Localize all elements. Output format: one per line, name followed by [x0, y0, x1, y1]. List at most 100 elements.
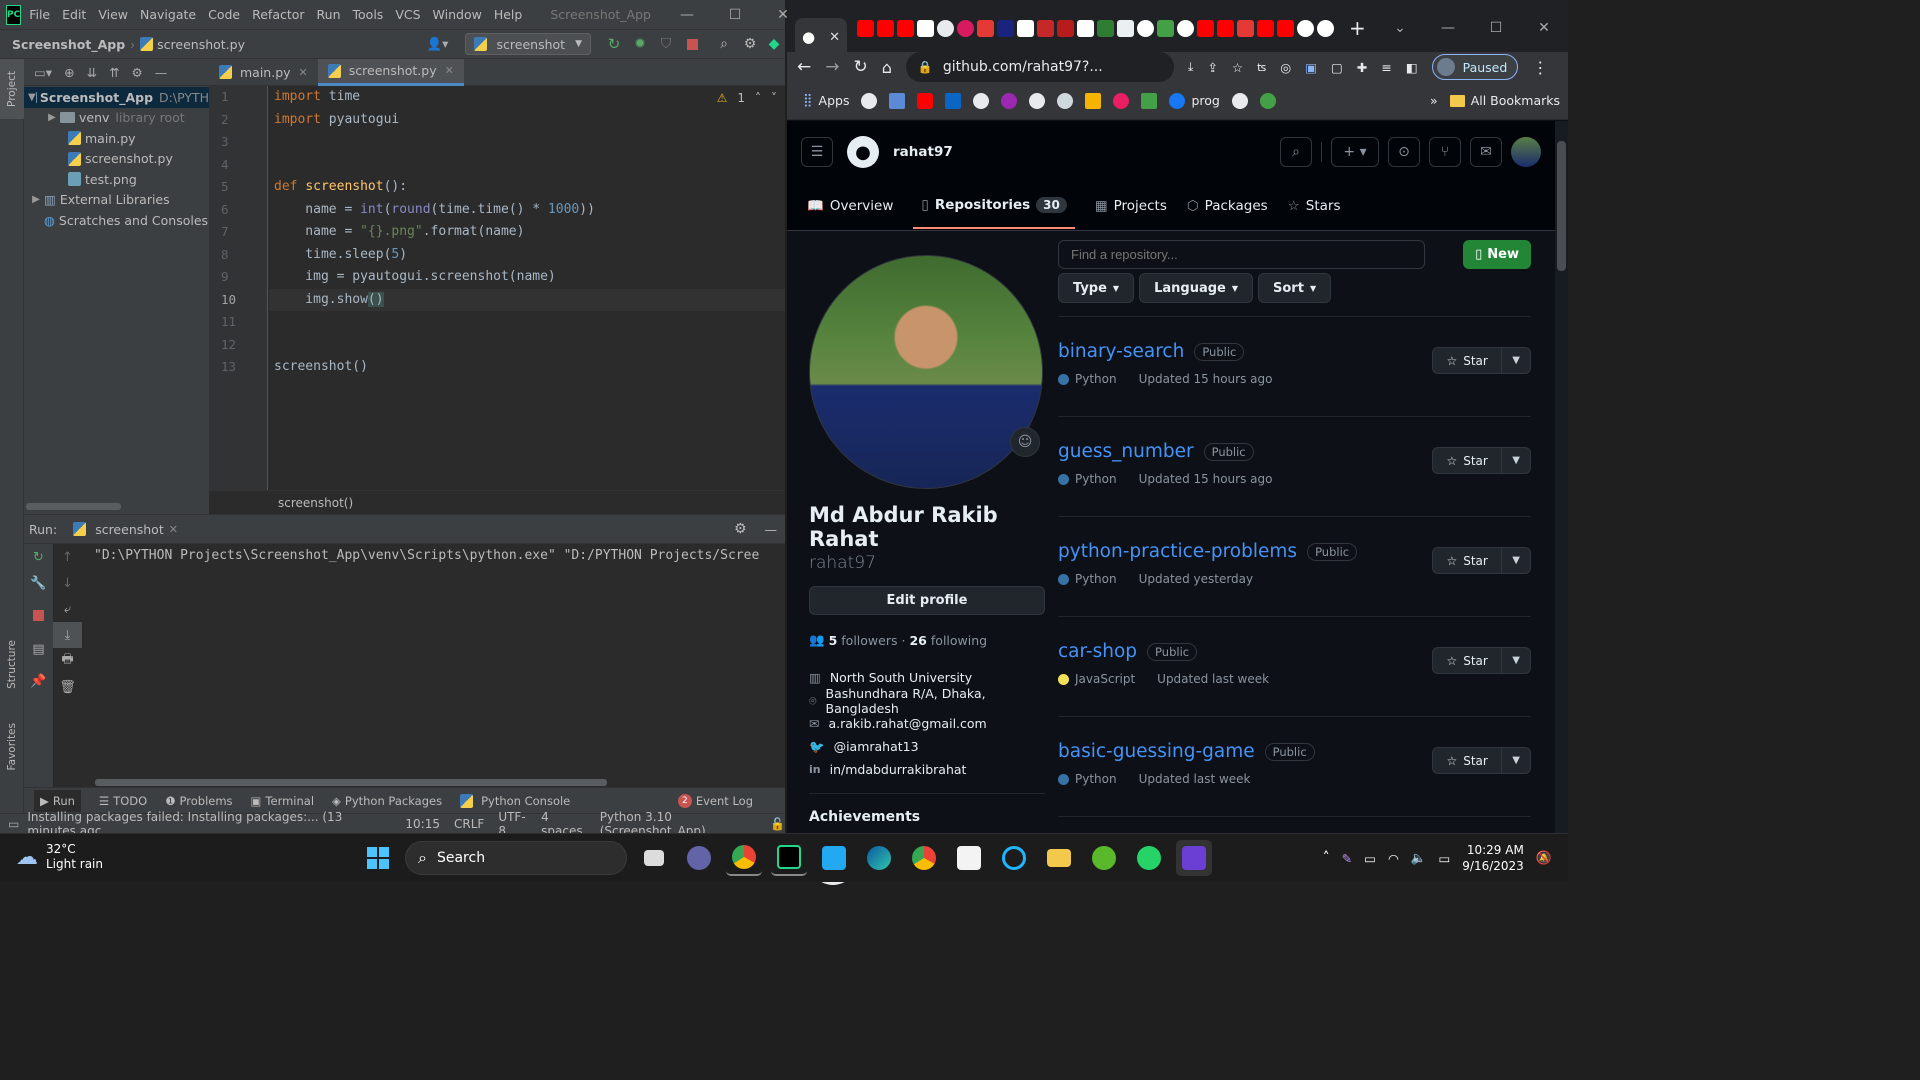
minimize-icon[interactable]: — — [1424, 13, 1472, 43]
site-tab-icon[interactable] — [1176, 19, 1194, 37]
inspection-widget[interactable]: ⚠ 1 ˄ ˅ — [717, 91, 777, 105]
edge-icon[interactable] — [861, 840, 897, 876]
site-bookmark-icon[interactable] — [1141, 92, 1158, 109]
site-tab-icon[interactable] — [996, 19, 1014, 37]
site-tab-icon[interactable] — [1036, 19, 1054, 37]
type-filter[interactable]: Type ▼ — [1058, 273, 1135, 303]
tree-item-venv[interactable]: ▶ venv library root — [24, 108, 209, 129]
star-button[interactable]: ☆ Star ▼ — [1432, 647, 1531, 674]
tab-packages[interactable]: ⬡ Packages — [1187, 183, 1268, 229]
taskbar-search[interactable]: ⌕ Search — [405, 841, 627, 875]
share-icon[interactable]: ⇪ — [1207, 60, 1217, 75]
collapse-all-icon[interactable]: ⇈ — [109, 65, 119, 80]
tab-projects[interactable]: ▦ Projects — [1095, 183, 1167, 229]
star-main[interactable]: ☆ Star — [1433, 548, 1503, 573]
site-bookmark-icon[interactable] — [1057, 92, 1074, 109]
youtube-tab-icon[interactable] — [1216, 19, 1234, 37]
kebab-menu-icon[interactable]: ⋮ — [1532, 58, 1548, 77]
site-bookmark-icon[interactable] — [889, 92, 906, 109]
site-bookmark-icon[interactable] — [1113, 92, 1130, 109]
minimize-icon[interactable]: — — [663, 0, 711, 30]
user-icon[interactable]: 👤▾ — [423, 36, 453, 52]
arrow-up-icon[interactable]: ↑ — [53, 544, 82, 570]
youtube-tab-icon[interactable] — [1256, 19, 1274, 37]
star-dropdown-icon[interactable]: ▼ — [1502, 755, 1530, 766]
star-main[interactable]: ☆ Star — [1433, 748, 1503, 773]
menu-tools[interactable]: Tools — [353, 7, 384, 22]
tree-item-scratches[interactable]: ◍ Scratches and Consoles — [24, 210, 209, 231]
locate-icon[interactable]: ⊕ — [64, 65, 74, 80]
extension-icon[interactable]: ▣ — [1305, 60, 1317, 75]
structure-tool-button[interactable]: Structure — [0, 629, 24, 699]
tab-overview[interactable]: 📖 Overview — [807, 183, 893, 229]
tab-repositories[interactable]: ▯ Repositories 30 — [913, 183, 1075, 229]
globe-bookmark-icon[interactable] — [861, 92, 878, 109]
inbox-icon[interactable]: ✉ — [1470, 137, 1502, 167]
scroll-to-end-icon[interactable]: ⤓ — [53, 622, 82, 648]
profile-avatar[interactable] — [809, 255, 1043, 489]
wikipedia-tab-icon[interactable] — [1076, 19, 1094, 37]
all-bookmarks[interactable]: All Bookmarks — [1449, 93, 1560, 108]
back-icon[interactable]: ← — [797, 57, 811, 77]
menu-navigate[interactable]: Navigate — [140, 7, 196, 22]
hide-panel-icon[interactable]: — — [765, 522, 778, 537]
run-tab-screenshot[interactable]: screenshot ✕ — [73, 522, 178, 537]
teams-chat-icon[interactable] — [681, 840, 717, 876]
youtube-tab-icon[interactable] — [876, 19, 894, 37]
pin-icon[interactable]: 📌 — [24, 668, 53, 694]
tab-screenshot-py[interactable]: screenshot.py ✕ — [317, 58, 464, 86]
repo-name-link[interactable]: binary-search — [1058, 341, 1184, 362]
globe-bookmark-icon[interactable] — [1029, 92, 1046, 109]
star-main[interactable]: ☆ Star — [1433, 448, 1503, 473]
jetbrains-toolbox-icon[interactable]: ◆ — [763, 36, 785, 52]
github-bookmark-icon[interactable] — [973, 92, 990, 109]
repo-name-link[interactable]: basic-guessing-game — [1058, 741, 1255, 762]
task-view-icon[interactable] — [636, 840, 672, 876]
star-button[interactable]: ☆ Star ▼ — [1432, 747, 1531, 774]
menu-run[interactable]: Run — [317, 7, 341, 22]
omnibox[interactable]: 🔒 github.com/rahat97?... — [905, 52, 1174, 82]
sort-filter[interactable]: Sort ▼ — [1258, 273, 1332, 303]
rerun-icon[interactable]: ↻ — [24, 544, 53, 570]
favorites-tool-button[interactable]: Favorites — [0, 709, 24, 784]
search-icon[interactable]: ⌕ — [711, 36, 737, 52]
site-tab-icon[interactable] — [956, 19, 974, 37]
repo-name-link[interactable]: guess_number — [1058, 441, 1194, 462]
coverage-icon[interactable]: ⛉ — [653, 36, 679, 52]
tree-item-project-root[interactable]: ▼ Screenshot_App D:\PYTH — [24, 87, 209, 108]
bookmark-star-icon[interactable]: ☆ — [1232, 60, 1243, 75]
utorrent-icon[interactable] — [1086, 840, 1122, 876]
star-button[interactable]: ☆ Star ▼ — [1432, 347, 1531, 374]
issues-icon[interactable]: ⊙ — [1388, 137, 1420, 167]
gear-icon[interactable]: ⚙ — [734, 521, 747, 537]
extension-icon[interactable]: ◎ — [1280, 60, 1291, 75]
followers-link[interactable]: followers — [841, 633, 897, 648]
tool-tab-python-packages[interactable]: ◈ Python Packages — [332, 794, 442, 808]
profile-linkedin[interactable]: in in/mdabdurrakibrahat — [809, 758, 1045, 781]
nav-project-name[interactable]: Screenshot_App — [12, 37, 125, 52]
linkedin-bookmark-icon[interactable] — [945, 92, 962, 109]
nav-file-name[interactable]: screenshot.py — [157, 37, 245, 52]
profile-twitter[interactable]: 🐦 @iamrahat13 — [809, 735, 1045, 758]
stop-icon[interactable] — [679, 38, 705, 50]
following-link[interactable]: following — [931, 633, 987, 648]
console-scrollbar[interactable] — [95, 779, 607, 786]
stop-icon[interactable] — [24, 602, 53, 628]
pull-requests-icon[interactable]: ⑂ — [1429, 137, 1461, 167]
home-icon[interactable]: ⌂ — [882, 58, 892, 77]
rerun-icon[interactable]: ↻ — [601, 35, 627, 53]
forward-icon[interactable]: → — [825, 57, 839, 77]
youtube-tab-icon[interactable] — [1276, 19, 1294, 37]
youtube-tab-icon[interactable] — [896, 19, 914, 37]
extension-icon[interactable]: ▢ — [1331, 60, 1343, 75]
tree-item-external-libraries[interactable]: ▶ ▥ External Libraries — [24, 190, 209, 211]
maximize-icon[interactable]: ☐ — [711, 0, 759, 30]
profile-paused-button[interactable]: Paused — [1431, 54, 1519, 80]
github-tab-icon[interactable] — [1296, 19, 1314, 37]
site-tab-icon[interactable] — [976, 19, 994, 37]
breadcrumb-function[interactable]: screenshot() — [278, 496, 353, 510]
panel-toggle-icon[interactable]: ▭ — [8, 817, 19, 831]
close-tab-icon[interactable]: ✕ — [829, 30, 840, 45]
wifi-icon[interactable]: ◠ — [1388, 851, 1399, 866]
tab-search-icon[interactable]: ⌄ — [1376, 13, 1424, 43]
